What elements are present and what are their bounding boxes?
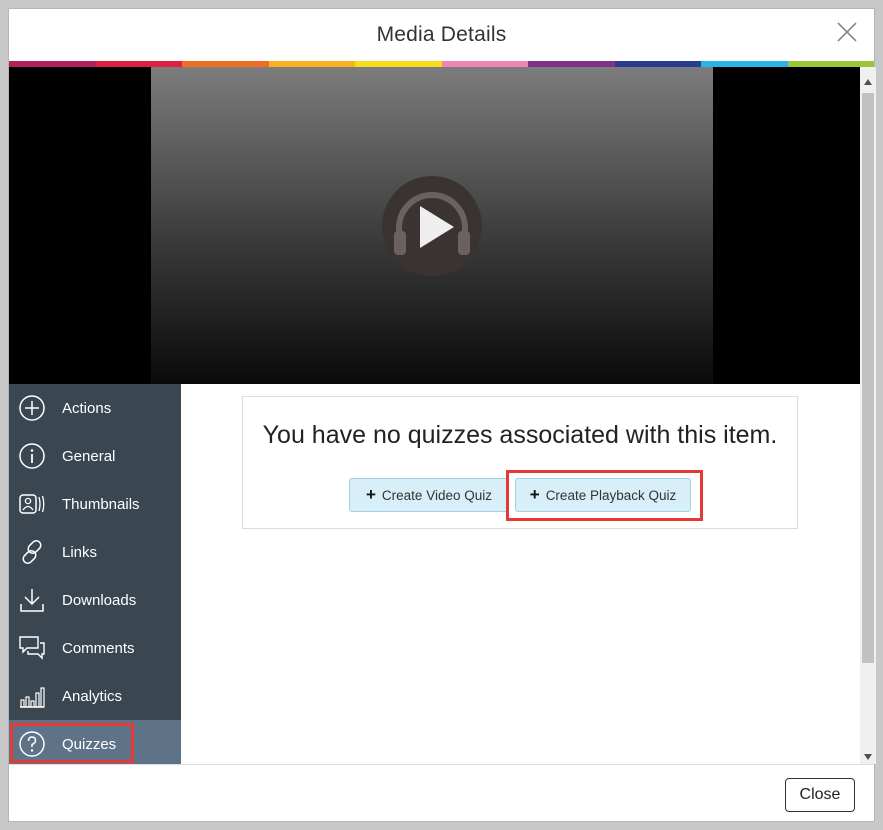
close-button[interactable]: Close [785, 778, 855, 812]
link-icon [18, 538, 46, 566]
quiz-empty-state: You have no quizzes associated with this… [242, 396, 798, 529]
sidebar-item-analytics[interactable]: Analytics [9, 672, 181, 720]
create-video-quiz-label: Create Video Quiz [381, 487, 492, 503]
sidebar-item-label: Actions [62, 399, 112, 417]
info-icon [18, 442, 46, 470]
highlight-box [10, 723, 134, 763]
no-quizzes-message: You have no quizzes associated with this… [262, 421, 778, 449]
sidebar-nav: Actions General Thumbnails Links Downloa… [9, 384, 181, 764]
media-player[interactable] [9, 67, 860, 384]
vertical-scrollbar[interactable] [860, 67, 876, 764]
scrollbar-thumb[interactable] [862, 93, 874, 663]
sidebar-item-label: General [62, 447, 116, 465]
sidebar-item-label: Links [62, 543, 98, 561]
dialog-body: Actions General Thumbnails Links Downloa… [9, 67, 860, 764]
media-details-dialog: Media Details Actions General Thumbnails… [8, 8, 876, 823]
plus-circle-icon [18, 394, 46, 422]
plus-icon: + [365, 485, 376, 504]
scroll-down-arrow-icon[interactable] [864, 754, 872, 760]
sidebar-item-links[interactable]: Links [9, 528, 181, 576]
sidebar-item-downloads[interactable]: Downloads [9, 576, 181, 624]
sidebar-item-label: Comments [62, 639, 135, 657]
analytics-icon [18, 682, 46, 710]
thumbnails-icon [18, 490, 46, 518]
download-icon [18, 586, 46, 614]
comments-icon [18, 634, 46, 662]
sidebar-item-general[interactable]: General [9, 432, 181, 480]
dialog-header: Media Details [9, 9, 874, 61]
sidebar-item-quizzes[interactable]: Quizzes [9, 720, 181, 764]
sidebar-item-label: Analytics [62, 687, 123, 705]
highlight-box [506, 470, 703, 521]
create-video-quiz-button[interactable]: + Create Video Quiz [349, 478, 509, 512]
sidebar-item-comments[interactable]: Comments [9, 624, 181, 672]
headphones-play-icon[interactable] [382, 176, 482, 276]
sidebar-item-label: Downloads [62, 591, 137, 609]
close-x-icon[interactable] [834, 19, 860, 45]
sidebar-item-thumbnails[interactable]: Thumbnails [9, 480, 181, 528]
sidebar-item-actions[interactable]: Actions [9, 384, 181, 432]
dialog-footer: Close [9, 764, 874, 823]
sidebar-item-label: Thumbnails [62, 495, 140, 513]
scroll-up-arrow-icon[interactable] [864, 79, 872, 85]
dialog-title: Media Details [376, 23, 507, 46]
quizzes-panel: You have no quizzes associated with this… [181, 384, 860, 764]
